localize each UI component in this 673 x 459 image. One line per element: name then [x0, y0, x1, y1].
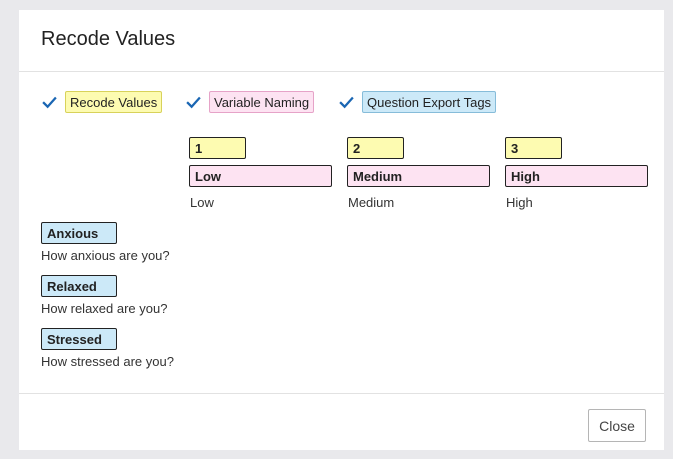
statement-text-relaxed: How relaxed are you? [41, 301, 168, 316]
variable-naming-label[interactable]: Variable Naming [209, 91, 315, 113]
recode-values-checkbox[interactable] [38, 91, 60, 113]
variable-name-low[interactable]: Low [189, 165, 332, 187]
dialog-footer: Close [19, 393, 664, 451]
option-variable-naming: Variable Naming [182, 91, 315, 113]
option-question-export-tags: Question Export Tags [335, 91, 497, 113]
recode-value-3[interactable]: 3 [505, 137, 562, 159]
recode-values-label[interactable]: Recode Values [65, 91, 163, 113]
variable-naming-checkbox[interactable] [182, 91, 204, 113]
checkmark-icon [41, 96, 57, 108]
question-export-tags-label[interactable]: Question Export Tags [362, 91, 497, 113]
export-tag-relaxed[interactable]: Relaxed [41, 275, 117, 297]
question-export-tags-checkbox[interactable] [335, 91, 357, 113]
variable-name-high[interactable]: High [505, 165, 648, 187]
export-tag-stressed[interactable]: Stressed [41, 328, 117, 350]
recode-values-dialog: Recode Values Recode Values Variable Nam… [19, 10, 664, 450]
choice-text-low: Low [190, 195, 214, 210]
recode-value-2[interactable]: 2 [347, 137, 404, 159]
dialog-header: Recode Values [19, 10, 664, 72]
checkmark-icon [185, 96, 201, 108]
checkmark-icon [338, 96, 354, 108]
close-button[interactable]: Close [588, 409, 646, 442]
choice-text-medium: Medium [348, 195, 395, 210]
dialog-title: Recode Values [41, 28, 176, 50]
export-tag-anxious[interactable]: Anxious [41, 222, 117, 244]
choice-text-high: High [506, 195, 533, 210]
variable-name-medium[interactable]: Medium [347, 165, 490, 187]
statement-text-anxious: How anxious are you? [41, 248, 170, 263]
option-recode-values: Recode Values [38, 91, 163, 113]
recode-value-1[interactable]: 1 [189, 137, 246, 159]
statement-text-stressed: How stressed are you? [41, 354, 174, 369]
